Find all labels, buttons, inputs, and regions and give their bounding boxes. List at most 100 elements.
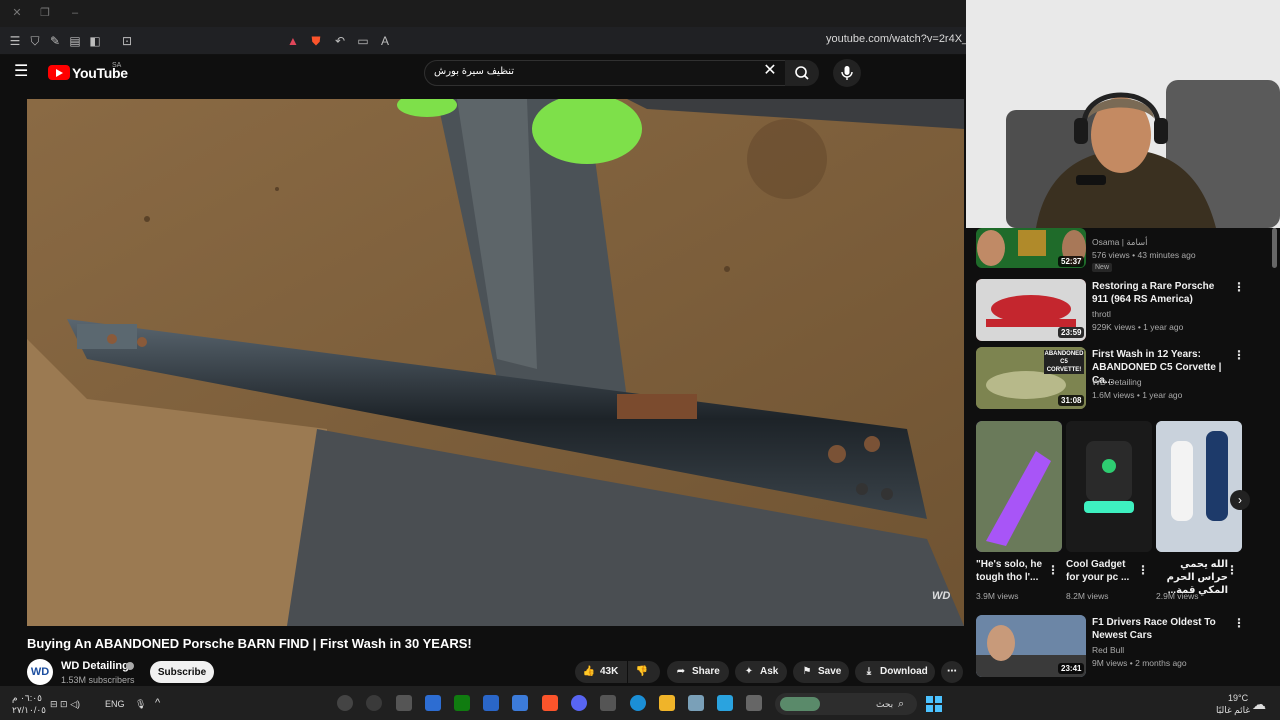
search-icon (795, 66, 809, 80)
translate-icon[interactable]: A (377, 33, 393, 49)
app-icon[interactable] (512, 695, 528, 711)
browser-toolbar (0, 27, 966, 55)
recommendation-channel[interactable]: Red Bull (1092, 644, 1124, 656)
discord-icon[interactable] (571, 695, 587, 711)
microphone-icon (841, 66, 853, 80)
dislike-button[interactable]: 👎 (628, 661, 660, 683)
short-title[interactable]: Cool Gadget for your pc ... (1066, 558, 1138, 584)
channel-avatar[interactable]: WD (27, 659, 53, 685)
restore-window-icon[interactable]: ❐ (38, 6, 52, 20)
tabs-icon[interactable]: ▤ (67, 33, 83, 49)
reader-icon[interactable]: ▭ (355, 33, 371, 49)
like-button[interactable]: 👍 43K (575, 661, 627, 683)
webcam-overlay (966, 0, 1280, 228)
more-actions-button[interactable]: ⋯ (941, 661, 963, 683)
video-duration: 31:08 (1058, 395, 1085, 406)
search-query[interactable]: تنظيف سيرة بورش (434, 66, 514, 77)
obs-app-icon[interactable] (337, 695, 353, 711)
clear-search-icon[interactable]: ✕ (762, 63, 778, 79)
download-button[interactable]: ⤓ Download (855, 661, 935, 683)
tray-icons[interactable]: ⊟ ⊡ ◁) (50, 699, 80, 710)
recommendation-title[interactable]: F1 Drivers Race Oldest To Newest Cars (1092, 616, 1232, 642)
edge-icon[interactable] (630, 695, 646, 711)
microphone-tray-icon[interactable]: 🎙 (135, 699, 146, 710)
minimize-window-icon[interactable]: – (68, 6, 82, 20)
short-thumbnail[interactable] (1066, 421, 1152, 552)
screenshot-icon[interactable]: ⊡ (119, 33, 135, 49)
app-icon[interactable] (688, 695, 704, 711)
more-icon: ⋯ (947, 666, 957, 677)
short-thumbnail[interactable] (976, 421, 1062, 552)
taskbar-search-placeholder[interactable]: بحث (876, 699, 893, 710)
undo-icon[interactable]: ↶ (332, 33, 348, 49)
short-title[interactable]: "He's solo, he tough tho l'... (976, 558, 1048, 584)
app-icon[interactable] (396, 695, 412, 711)
more-options-icon[interactable]: ⋮ (1233, 616, 1245, 630)
app-icon[interactable] (746, 695, 762, 711)
guide-menu-icon[interactable]: ☰ (14, 64, 32, 80)
windows-start-icon[interactable] (926, 696, 942, 712)
save-button[interactable]: ⚑ Save (793, 661, 849, 683)
close-window-icon[interactable]: ✕ (10, 6, 24, 20)
extensions-icon[interactable]: ✎ (47, 33, 63, 49)
brave-shields-icon[interactable]: ⛊ (308, 33, 324, 49)
video-duration: 52:37 (1058, 256, 1085, 267)
video-duration: 23:59 (1058, 327, 1085, 338)
recommendation-title[interactable]: Restoring a Rare Porsche 911 (964 RS Ame… (1092, 280, 1232, 306)
more-options-icon[interactable]: ⋮ (1137, 563, 1149, 577)
weather-condition[interactable]: غائم غالبًا (1216, 705, 1250, 716)
clock-date[interactable]: ٢٧/١٠/٠٥ (12, 705, 46, 716)
search-button[interactable] (785, 60, 819, 86)
shield-icon[interactable]: ⛉ (27, 33, 43, 49)
recommendation-channel[interactable]: WD Detailing (1092, 376, 1142, 388)
language-indicator[interactable]: ENG (105, 699, 125, 709)
like-count: 43K (600, 666, 619, 677)
youtube-logo-icon[interactable] (48, 65, 70, 80)
address-bar[interactable]: youtube.com/watch?v=2r4X_n8lcY (826, 33, 966, 45)
share-label: Share (692, 666, 720, 677)
app-icon[interactable] (425, 695, 441, 711)
recommendation-channel[interactable]: Osama | أسامة (1092, 236, 1148, 248)
recommendation-channel[interactable]: throtl (1092, 308, 1111, 320)
recommendation-meta: 9M views • 2 months ago (1092, 658, 1187, 668)
shorts-next-icon[interactable]: › (1230, 490, 1250, 510)
thumbnail-caption: ABANDONED C5 CORVETTE! (1044, 350, 1084, 374)
excel-icon[interactable] (454, 695, 470, 711)
more-options-icon[interactable]: ⋮ (1226, 563, 1238, 577)
more-options-icon[interactable]: ⋮ (1233, 348, 1245, 362)
webcam-image (966, 0, 1280, 228)
file-explorer-icon[interactable] (659, 695, 675, 711)
show-hidden-icons-icon[interactable]: ^ (155, 697, 160, 709)
clock-time[interactable]: ٠٦:٠٥ م (12, 693, 42, 704)
app-icon[interactable] (483, 695, 499, 711)
channel-watermark[interactable]: WD (932, 590, 950, 602)
channel-name[interactable]: WD Detailing (61, 660, 129, 672)
more-options-icon[interactable]: ⋮ (1047, 563, 1059, 577)
save-label: Save (818, 666, 842, 677)
voice-search-button[interactable] (833, 59, 861, 87)
video-player[interactable] (27, 99, 964, 626)
share-button[interactable]: ➦ Share (667, 661, 729, 683)
thumbs-down-icon: 👎 (635, 666, 649, 677)
brave-rewards-icon[interactable]: ▲ (285, 33, 301, 49)
telegram-icon[interactable] (717, 695, 733, 711)
brave-browser-icon[interactable] (542, 695, 558, 711)
share-icon: ➦ (676, 666, 686, 677)
app-icon[interactable] (366, 695, 382, 711)
sidebar-scrollbar[interactable] (1272, 228, 1277, 268)
more-options-icon[interactable]: ⋮ (1233, 280, 1245, 294)
menu-icon[interactable]: ☰ (7, 33, 23, 49)
sparkle-icon: ✦ (744, 666, 754, 677)
short-views: 3.9M views (976, 591, 1019, 601)
short-thumbnail[interactable] (1156, 421, 1242, 552)
sidebar-icon[interactable]: ◧ (87, 33, 103, 49)
subscribe-button[interactable]: Subscribe (150, 661, 214, 683)
ask-label: Ask (760, 666, 779, 677)
search-highlight-icon (780, 697, 820, 711)
short-views: 2.9M views (1156, 591, 1199, 601)
weather-temperature[interactable]: 19°C (1228, 693, 1248, 703)
store-icon[interactable] (600, 695, 616, 711)
short-views: 8.2M views (1066, 591, 1109, 601)
ask-button[interactable]: ✦ Ask (735, 661, 787, 683)
bookmark-icon: ⚑ (802, 666, 812, 677)
